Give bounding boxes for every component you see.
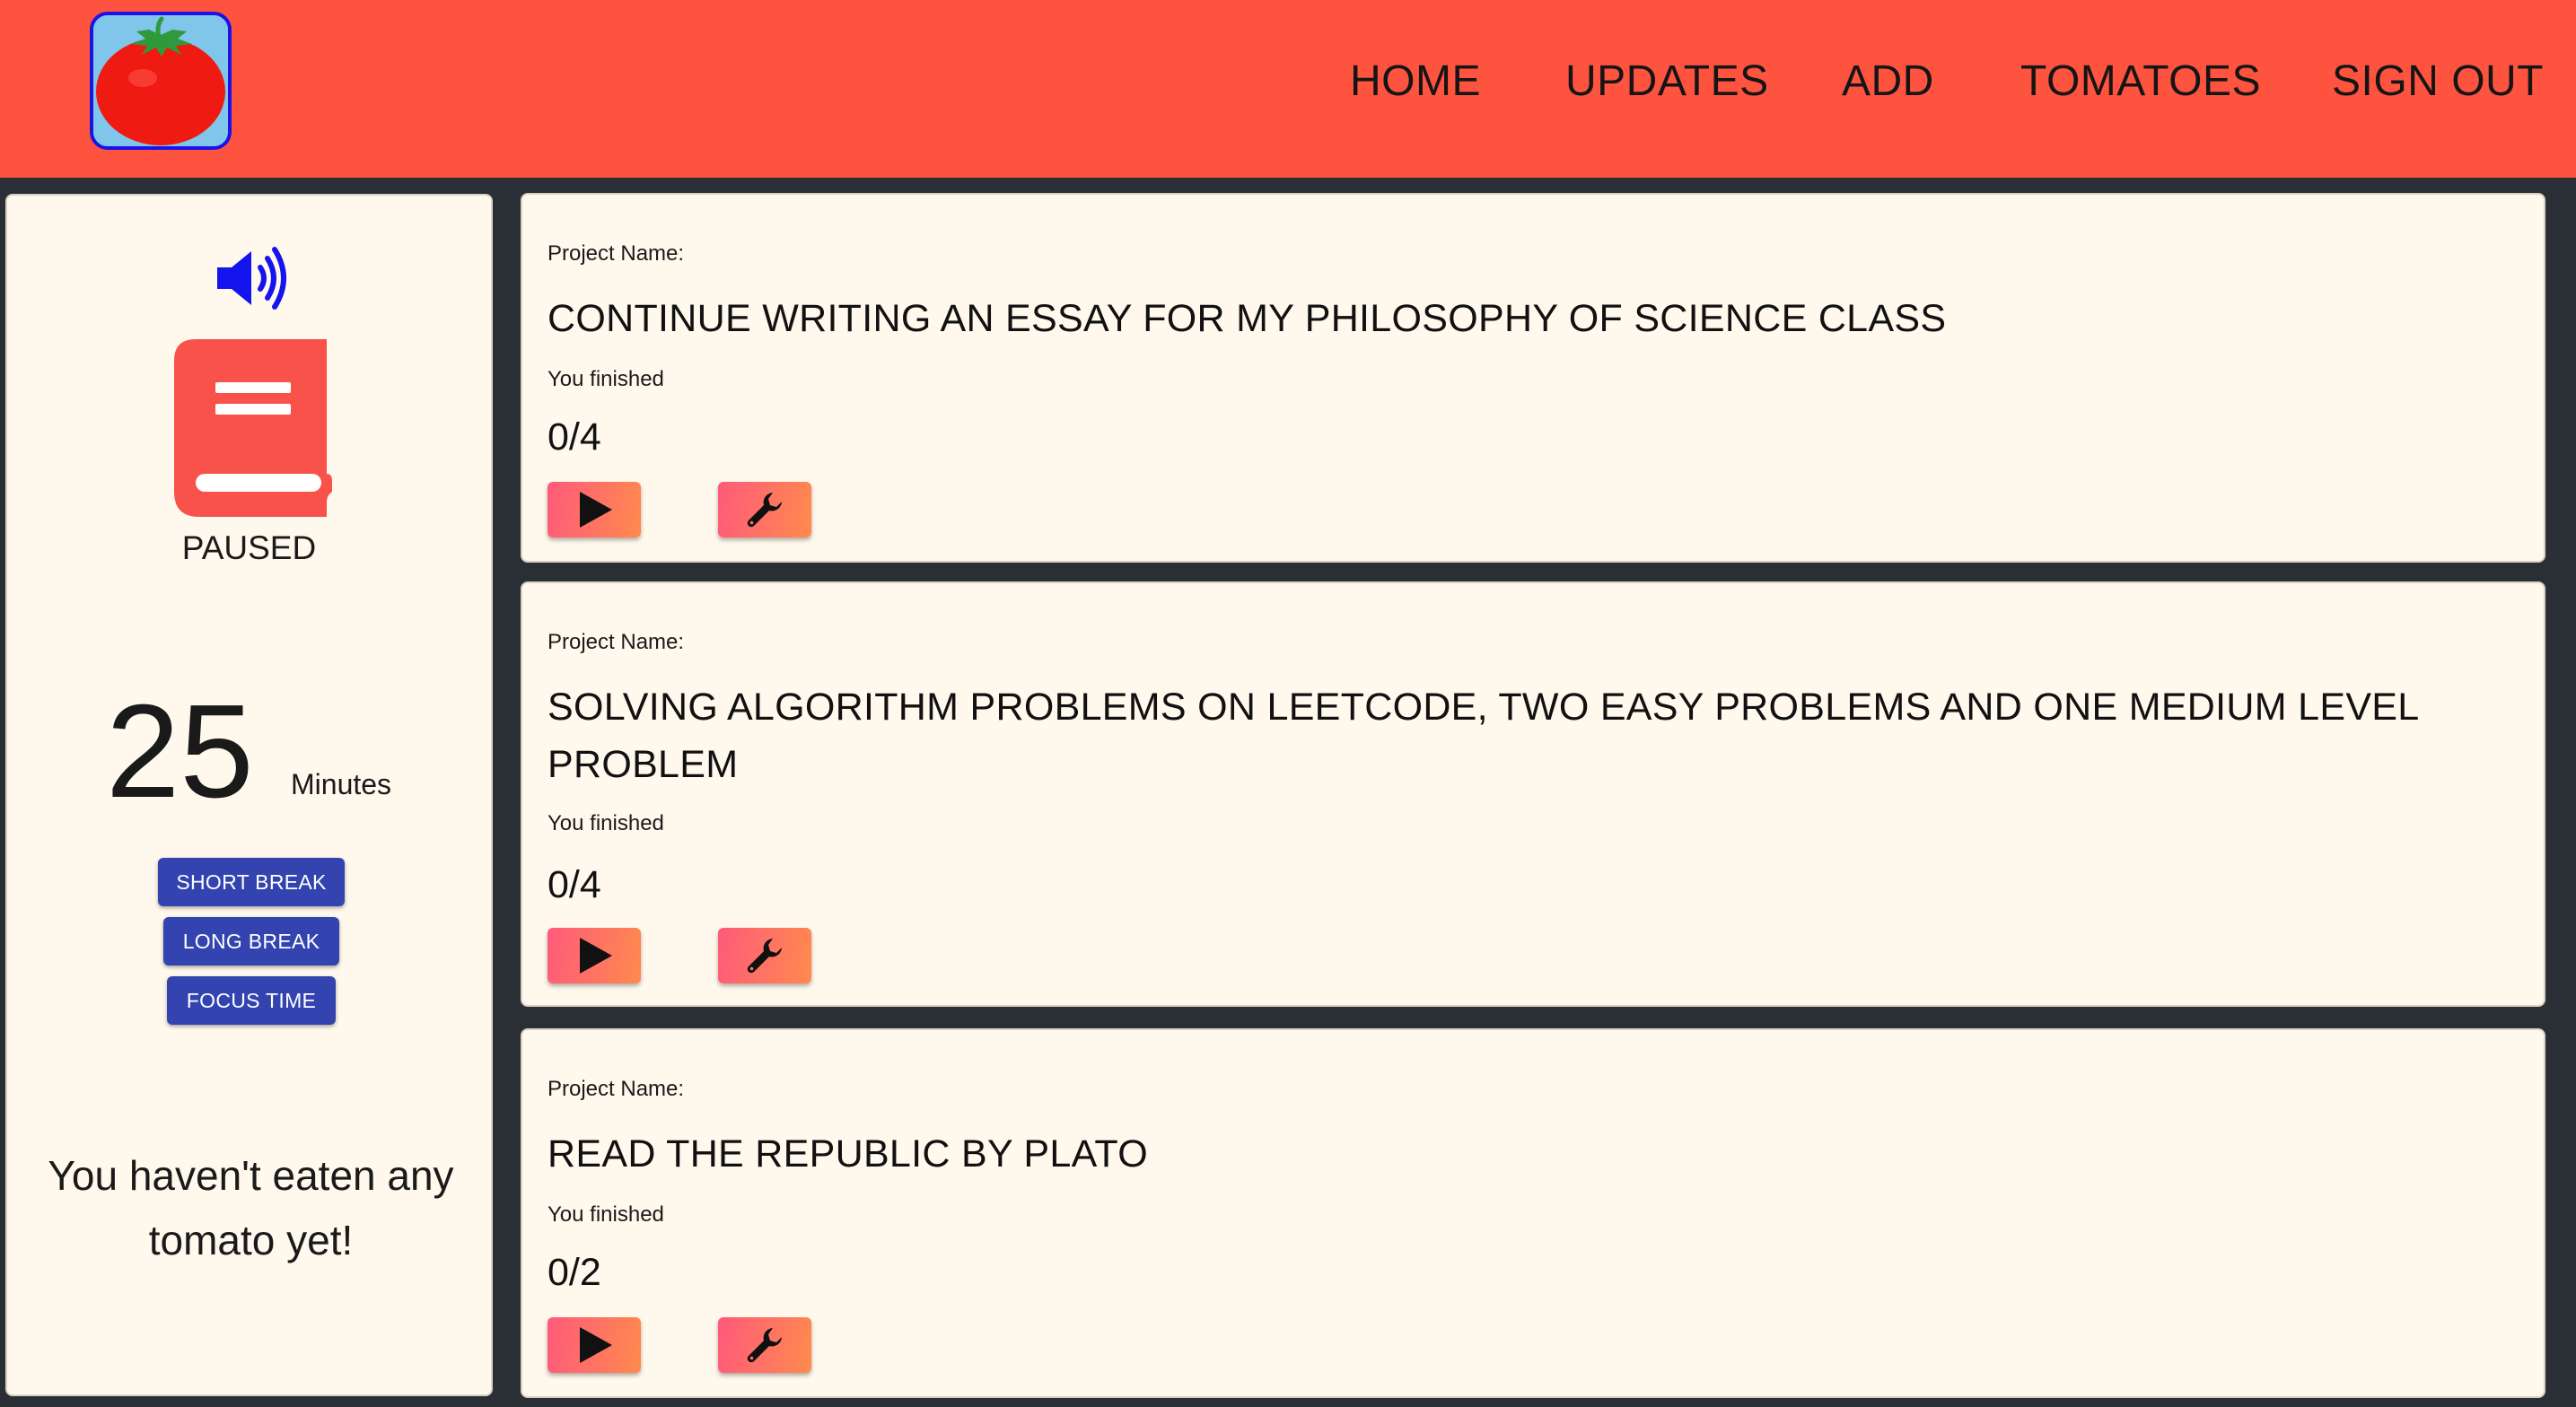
finished-label: You finished xyxy=(548,1202,664,1227)
play-icon xyxy=(580,492,612,528)
wrench-icon xyxy=(747,493,782,528)
nav-home-link[interactable]: HOME xyxy=(1350,56,1481,108)
project-progress: 0/2 xyxy=(548,1251,601,1294)
long-break-button[interactable]: LONG BREAK xyxy=(163,917,339,966)
nav-sign-out-link[interactable]: SIGN OUT xyxy=(2332,56,2544,108)
short-break-button[interactable]: SHORT BREAK xyxy=(158,858,345,906)
timer-minutes: 25 xyxy=(106,677,254,826)
project-name: SOLVING ALGORITHM PROBLEMS ON LEETCODE, … xyxy=(548,686,2418,786)
nav-tomatoes-link[interactable]: TOMATOES xyxy=(2020,56,2261,108)
project-card: Project Name: CONTINUE WRITING AN ESSAY … xyxy=(521,193,2545,563)
timer-minutes-label: Minutes xyxy=(291,768,392,800)
edit-button[interactable] xyxy=(718,1317,811,1373)
top-navbar: HOME UPDATES ADD TOMATOES SIGN OUT xyxy=(0,0,2576,178)
wrench-icon xyxy=(747,1328,782,1363)
timer-panel: PAUSED 25 Minutes SHORT BREAK LONG BREAK… xyxy=(5,194,493,1396)
project-name-label: Project Name: xyxy=(548,630,685,654)
nav-updates-link[interactable]: UPDATES xyxy=(1565,56,1769,108)
timer-status: PAUSED xyxy=(181,529,317,566)
play-icon xyxy=(580,938,612,974)
play-button[interactable] xyxy=(548,1317,641,1373)
project-progress: 0/4 xyxy=(548,863,601,906)
finished-label: You finished xyxy=(548,367,664,391)
edit-button[interactable] xyxy=(718,482,811,537)
edit-button[interactable] xyxy=(718,928,811,983)
project-card: Project Name: READ THE REPUBLIC BY PLATO… xyxy=(521,1028,2545,1398)
tomato-count-message: You haven't eaten any tomato yet! xyxy=(48,1152,454,1263)
project-name: CONTINUE WRITING AN ESSAY FOR MY PHILOSO… xyxy=(548,297,1947,340)
play-button[interactable] xyxy=(548,482,641,537)
finished-label: You finished xyxy=(548,811,664,835)
play-icon xyxy=(580,1327,612,1363)
tomato-logo-icon[interactable] xyxy=(90,12,232,150)
wrench-icon xyxy=(747,939,782,974)
project-progress: 0/4 xyxy=(548,415,601,459)
project-name: READ THE REPUBLIC BY PLATO xyxy=(548,1132,1148,1175)
project-name-label: Project Name: xyxy=(548,241,685,266)
book-icon xyxy=(174,339,332,517)
nav-add-link[interactable]: ADD xyxy=(1842,56,1934,108)
play-button[interactable] xyxy=(548,928,641,983)
project-card: Project Name: SOLVING ALGORITHM PROBLEMS… xyxy=(521,581,2545,1007)
speaker-icon[interactable] xyxy=(212,242,293,314)
focus-time-button[interactable]: FOCUS TIME xyxy=(167,976,336,1025)
project-name-label: Project Name: xyxy=(548,1077,685,1101)
